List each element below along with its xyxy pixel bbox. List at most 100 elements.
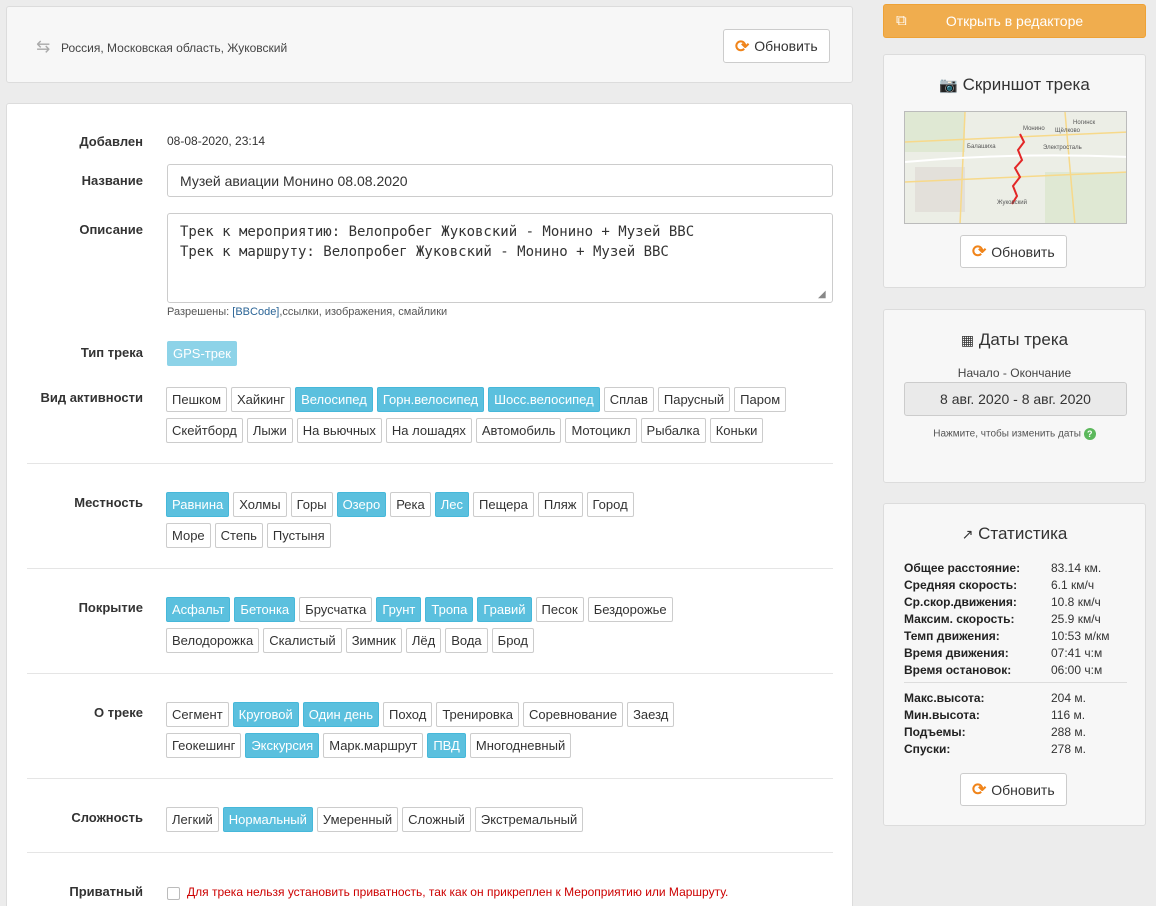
name-input[interactable] <box>167 164 833 197</box>
activity-tag[interactable]: На вьючных <box>296 418 382 443</box>
terrain-tag[interactable]: Горы <box>290 492 333 517</box>
surface-tag[interactable]: Брод <box>491 628 534 653</box>
surface-tag[interactable]: Скалистый <box>263 628 342 653</box>
stats-title: ↗ Статистика <box>961 524 1068 543</box>
difficulty-tag[interactable]: Нормальный <box>222 807 313 832</box>
activity-label: Вид активности <box>40 390 143 405</box>
divider <box>27 673 833 674</box>
private-checkbox[interactable] <box>167 887 180 900</box>
open-editor-button[interactable]: ⧉ Открыть в редакторе <box>883 4 1146 38</box>
stat-value: 25.9 км/ч <box>1051 612 1101 626</box>
map-label: Жуковский <box>997 199 1027 206</box>
location-panel: ⇆ Россия, Московская область, Жуковский … <box>6 6 853 83</box>
about-tag[interactable]: Заезд <box>627 702 675 727</box>
about-tag[interactable]: ПВД <box>427 733 466 758</box>
stat-label: Время движения: <box>904 646 1009 660</box>
difficulty-tag[interactable]: Легкий <box>166 807 219 832</box>
stat-label: Время остановок: <box>904 663 1012 677</box>
surface-tag[interactable]: Вода <box>445 628 488 653</box>
stat-value: 06:00 ч:м <box>1051 663 1103 677</box>
activity-tag[interactable]: На лошадях <box>385 418 472 443</box>
activity-tag[interactable]: Хайкинг <box>231 387 292 412</box>
activity-tag[interactable]: Автомобиль <box>475 418 562 443</box>
terrain-tag[interactable]: Озеро <box>336 492 387 517</box>
activity-tag[interactable]: Шосс.велосипед <box>488 387 600 412</box>
about-tag[interactable]: Круговой <box>232 702 299 727</box>
activity-tag[interactable]: Скейтборд <box>166 418 243 443</box>
terrain-label: Местность <box>74 495 143 510</box>
activity-tag[interactable]: Коньки <box>709 418 764 443</box>
about-tag[interactable]: Сегмент <box>166 702 229 727</box>
terrain-tag[interactable]: Степь <box>214 523 263 548</box>
about-tag[interactable]: Тренировка <box>436 702 520 727</box>
about-tag[interactable]: Экскурсия <box>245 733 320 758</box>
activity-tag[interactable]: Лыжи <box>246 418 293 443</box>
terrain-tag[interactable]: Лес <box>434 492 469 517</box>
map-svg: Балашиха Щёлково Электросталь Жуковский … <box>905 112 1126 223</box>
activity-tag[interactable]: Велосипед <box>295 387 373 412</box>
resize-handle-icon[interactable]: ◢ <box>818 289 826 300</box>
name-label: Название <box>81 173 143 188</box>
dates-range-field[interactable]: 8 авг. 2020 - 8 авг. 2020 <box>904 382 1127 416</box>
stat-row: Подъемы: 288 м. <box>904 724 1127 741</box>
track-type-badge[interactable]: GPS-трек <box>167 341 237 366</box>
activity-tag[interactable]: Паром <box>734 387 787 412</box>
about-tag[interactable]: Геокешинг <box>166 733 242 758</box>
surface-tag[interactable]: Брусчатка <box>299 597 373 622</box>
surface-tag[interactable]: Грунт <box>376 597 422 622</box>
terrain-tag[interactable]: Море <box>166 523 211 548</box>
difficulty-tag[interactable]: Экстремальный <box>474 807 584 832</box>
track-form: Добавлен 08-08-2020, 23:14 Название Опис… <box>6 103 853 906</box>
refresh-icon: ⟳ <box>972 242 987 261</box>
activity-tag[interactable]: Горн.велосипед <box>376 387 485 412</box>
refresh-icon: ⟳ <box>735 36 750 56</box>
stats-refresh-button[interactable]: ⟳ Обновить <box>960 773 1067 806</box>
map-label: Балашиха <box>967 144 996 150</box>
description-textarea[interactable]: Трек к мероприятию: Велопробег Жуковский… <box>167 213 833 303</box>
screenshot-title: 📷 Скриншот трека <box>939 75 1090 94</box>
chart-icon: ↗ <box>961 526 974 542</box>
surface-tag[interactable]: Тропа <box>425 597 474 622</box>
terrain-tag[interactable]: Пустыня <box>266 523 331 548</box>
about-tag[interactable]: Многодневный <box>469 733 572 758</box>
surface-tag[interactable]: Лёд <box>405 628 442 653</box>
surface-tag[interactable]: Бездорожье <box>587 597 673 622</box>
surface-tag[interactable]: Асфальт <box>166 597 231 622</box>
terrain-tag[interactable]: Пляж <box>537 492 583 517</box>
difficulty-tag[interactable]: Сложный <box>402 807 471 832</box>
dates-caption: Начало - Окончание <box>957 366 1072 380</box>
difficulty-tag[interactable]: Умеренный <box>316 807 399 832</box>
about-tag[interactable]: Соревнование <box>523 702 624 727</box>
surface-tag[interactable]: Песок <box>535 597 584 622</box>
activity-tag[interactable]: Пешком <box>166 387 228 412</box>
surface-tag[interactable]: Велодорожка <box>166 628 260 653</box>
activity-tag[interactable]: Рыбалка <box>640 418 706 443</box>
about-tag[interactable]: Поход <box>383 702 433 727</box>
map-label: Электросталь <box>1043 145 1082 151</box>
activity-tag[interactable]: Сплав <box>603 387 654 412</box>
surface-tag[interactable]: Гравий <box>477 597 532 622</box>
stats-list: Общее расстояние: 83.14 км. Средняя скорос… <box>904 560 1127 679</box>
activity-tag[interactable]: Парусный <box>657 387 731 412</box>
allowed-formats: Разрешены: [BBCode],ссылки, изображения,… <box>167 306 448 318</box>
surface-tag[interactable]: Зимник <box>345 628 402 653</box>
stat-value: 10.8 км/ч <box>1051 595 1101 609</box>
stat-row: Мин.высота: 116 м. <box>904 707 1127 724</box>
surface-tag[interactable]: Бетонка <box>234 597 296 622</box>
about-tag[interactable]: Марк.маршрут <box>323 733 424 758</box>
activity-tag[interactable]: Мотоцикл <box>565 418 637 443</box>
bbcode-link[interactable]: [BBCode] <box>232 306 279 318</box>
stat-row: Темп движения: 10:53 м/км <box>904 628 1127 645</box>
track-map-thumbnail[interactable]: Балашиха Щёлково Электросталь Жуковский … <box>904 111 1127 224</box>
terrain-tag[interactable]: Пещера <box>473 492 534 517</box>
help-icon[interactable]: ? <box>1083 428 1096 440</box>
elevation-list: Макс.высота: 204 м. Мин.высота: 116 м. Подъе… <box>904 690 1127 758</box>
about-tag[interactable]: Один день <box>302 702 380 727</box>
screenshot-refresh-button[interactable]: ⟳ Обновить <box>960 235 1067 268</box>
stat-row: Ср.скор.движения: 10.8 км/ч <box>904 594 1127 611</box>
terrain-tag[interactable]: Река <box>390 492 431 517</box>
terrain-tag[interactable]: Город <box>586 492 634 517</box>
location-refresh-button[interactable]: ⟳ Обновить <box>723 29 830 63</box>
terrain-tag[interactable]: Холмы <box>233 492 287 517</box>
terrain-tag[interactable]: Равнина <box>166 492 230 517</box>
